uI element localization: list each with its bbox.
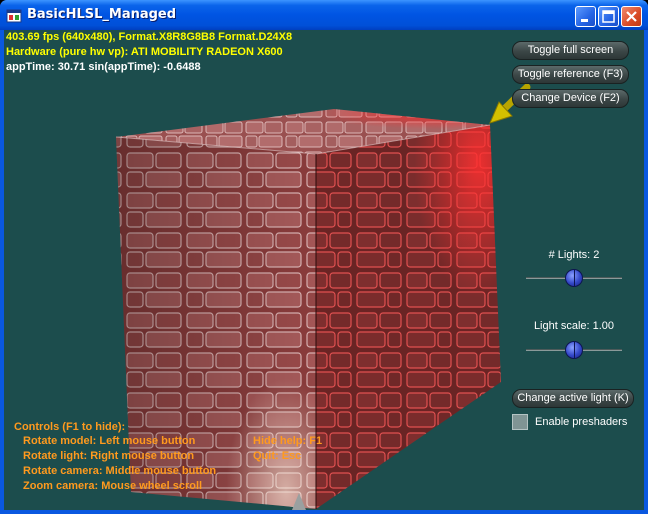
change-device-button[interactable]: Change Device (F2) bbox=[512, 89, 629, 108]
minimize-button[interactable] bbox=[575, 6, 596, 27]
toggle-full-screen-button[interactable]: Toggle full screen bbox=[512, 41, 629, 60]
stats-device: Hardware (pure hw vp): ATI MOBILITY RADE… bbox=[6, 46, 283, 58]
help-rotate-model: Rotate model: Left mouse button bbox=[23, 435, 196, 447]
close-icon bbox=[626, 11, 637, 22]
help-quit: Quit: Esc bbox=[253, 450, 302, 462]
enable-preshaders-checkbox[interactable] bbox=[512, 414, 528, 430]
maximize-icon bbox=[602, 10, 615, 23]
light-scale-slider-label: Light scale: 1.00 bbox=[533, 320, 615, 332]
stats-apptime: appTime: 30.71 sin(appTime): -0.6488 bbox=[6, 61, 201, 73]
title-bar[interactable]: BasicHLSL_Managed bbox=[0, 0, 648, 30]
maximize-button[interactable] bbox=[598, 6, 619, 27]
light-scale-slider-thumb[interactable] bbox=[565, 341, 583, 359]
close-button[interactable] bbox=[621, 6, 642, 27]
help-rotate-camera: Rotate camera: Middle mouse button bbox=[23, 465, 217, 477]
help-hide-help: Hide help: F1 bbox=[253, 435, 323, 447]
app-window-icon bbox=[6, 9, 22, 23]
lights-slider-label: # Lights: 2 bbox=[548, 249, 600, 261]
help-zoom-camera: Zoom camera: Mouse wheel scroll bbox=[23, 480, 203, 492]
app-window: BasicHLSL_Managed 403.69 fps (640x480), … bbox=[0, 0, 648, 514]
enable-preshaders-label: Enable preshaders bbox=[535, 416, 628, 428]
toggle-reference-button[interactable]: Toggle reference (F3) bbox=[512, 65, 629, 84]
stats-fps: 403.69 fps (640x480), Format.X8R8G8B8 Fo… bbox=[6, 31, 293, 43]
window-title: BasicHLSL_Managed bbox=[27, 7, 177, 22]
render-viewport[interactable]: 403.69 fps (640x480), Format.X8R8G8B8 Fo… bbox=[4, 30, 644, 510]
minimize-icon bbox=[581, 19, 588, 22]
change-active-light-button[interactable]: Change active light (K) bbox=[512, 389, 634, 408]
help-rotate-light: Rotate light: Right mouse button bbox=[23, 450, 195, 462]
help-title: Controls (F1 to hide): bbox=[14, 421, 126, 433]
lights-slider-thumb[interactable] bbox=[565, 269, 583, 287]
